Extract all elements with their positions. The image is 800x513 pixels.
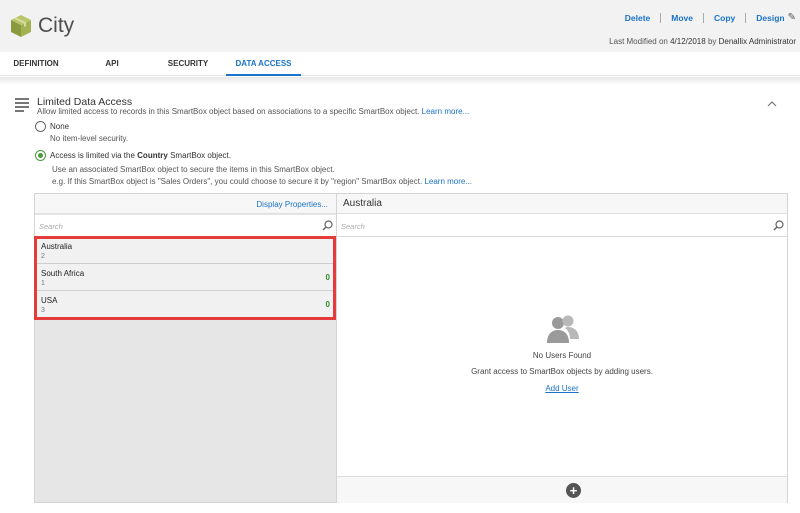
list-item[interactable]: Australia 2 bbox=[35, 237, 336, 264]
smartbox-cube-icon bbox=[11, 15, 31, 37]
modified-prefix: Last Modified on bbox=[609, 37, 668, 46]
modified-by-prefix: by bbox=[707, 37, 717, 46]
item-name: South Africa bbox=[41, 269, 85, 278]
item-name: Australia bbox=[41, 242, 73, 251]
radio-limited[interactable] bbox=[35, 150, 46, 161]
header-actions: Delete Move Copy Design ✎ bbox=[625, 12, 796, 23]
country-list: Australia 2 South Africa 1 0 USA 3 0 bbox=[35, 237, 336, 318]
pencil-icon[interactable]: ✎ bbox=[788, 12, 796, 23]
right-panel-footer: + bbox=[337, 476, 787, 503]
limited-prefix: Access is limited via the bbox=[50, 151, 135, 160]
learn-more-link[interactable]: Learn more... bbox=[422, 107, 470, 116]
selected-item-title: Australia bbox=[343, 198, 382, 209]
add-user-link[interactable]: Add User bbox=[337, 384, 787, 393]
header: City Delete Move Copy Design ✎ Last Modi… bbox=[0, 0, 800, 52]
tab-bar: DEFINITION API SECURITY DATA ACCESS bbox=[0, 52, 800, 76]
section-description: Allow limited access to records in this … bbox=[37, 107, 469, 116]
radio-none[interactable] bbox=[35, 121, 46, 132]
tab-shadow bbox=[0, 77, 800, 85]
option-none-label: None bbox=[50, 122, 70, 131]
tab-data-access[interactable]: DATA ACCESS bbox=[226, 52, 301, 76]
option-limited-desc1: Use an associated SmartBox object to sec… bbox=[52, 165, 335, 174]
modified-date: 4/12/2018 bbox=[670, 37, 706, 46]
item-id: 3 bbox=[41, 307, 45, 314]
tab-api[interactable]: API bbox=[90, 52, 134, 76]
design-button[interactable]: Design bbox=[756, 13, 784, 23]
divider bbox=[660, 12, 662, 23]
tab-definition[interactable]: DEFINITION bbox=[0, 52, 72, 76]
right-panel: Australia No Users Found Grant access to… bbox=[337, 193, 788, 503]
option-limited-desc2: e.g. If this SmartBox object is "Sales O… bbox=[52, 177, 472, 186]
list-item[interactable]: USA 3 0 bbox=[35, 291, 336, 318]
left-panel-header: Display Properties... bbox=[35, 194, 336, 214]
option-limited-desc2-text: e.g. If this SmartBox object is "Sales O… bbox=[52, 177, 423, 186]
add-icon[interactable]: + bbox=[566, 483, 581, 498]
learn-more-link-2[interactable]: Learn more... bbox=[424, 177, 472, 186]
tab-security[interactable]: SECURITY bbox=[160, 52, 216, 76]
item-id: 2 bbox=[41, 253, 45, 260]
left-search-input[interactable] bbox=[39, 219, 309, 233]
limited-object: Country bbox=[137, 151, 168, 160]
limited-suffix: SmartBox object. bbox=[170, 151, 231, 160]
delete-button[interactable]: Delete bbox=[625, 13, 651, 23]
list-icon bbox=[15, 98, 29, 112]
no-users-title: No Users Found bbox=[532, 351, 592, 360]
section-description-text: Allow limited access to records in this … bbox=[37, 107, 420, 116]
option-limited-label: Access is limited via the Country SmartB… bbox=[50, 151, 231, 160]
no-users-desc: Grant access to SmartBox objects by addi… bbox=[471, 367, 653, 376]
left-search-box bbox=[35, 215, 336, 237]
last-modified: Last Modified on 4/12/2018 by Denallix A… bbox=[609, 37, 796, 46]
item-count: 0 bbox=[325, 300, 330, 309]
modified-by: Denallix Administrator bbox=[718, 37, 796, 46]
list-item[interactable]: South Africa 1 0 bbox=[35, 264, 336, 291]
left-panel: Display Properties... Australia 2 South … bbox=[34, 193, 337, 503]
item-count: 0 bbox=[325, 273, 330, 282]
item-id: 1 bbox=[41, 280, 45, 287]
right-search-box bbox=[337, 215, 787, 237]
search-icon[interactable] bbox=[322, 220, 333, 231]
move-button[interactable]: Move bbox=[671, 13, 693, 23]
display-properties-link[interactable]: Display Properties... bbox=[256, 200, 328, 209]
copy-button[interactable]: Copy bbox=[714, 13, 735, 23]
search-icon[interactable] bbox=[773, 220, 784, 231]
chevron-up-icon[interactable] bbox=[767, 99, 777, 109]
right-panel-header: Australia bbox=[337, 194, 787, 214]
divider bbox=[703, 12, 705, 23]
divider bbox=[745, 12, 747, 23]
users-icon bbox=[547, 315, 579, 343]
item-name: USA bbox=[41, 296, 58, 305]
right-search-input[interactable] bbox=[341, 219, 761, 233]
option-none-desc: No item-level security. bbox=[50, 134, 129, 143]
page-title: City bbox=[38, 14, 75, 37]
